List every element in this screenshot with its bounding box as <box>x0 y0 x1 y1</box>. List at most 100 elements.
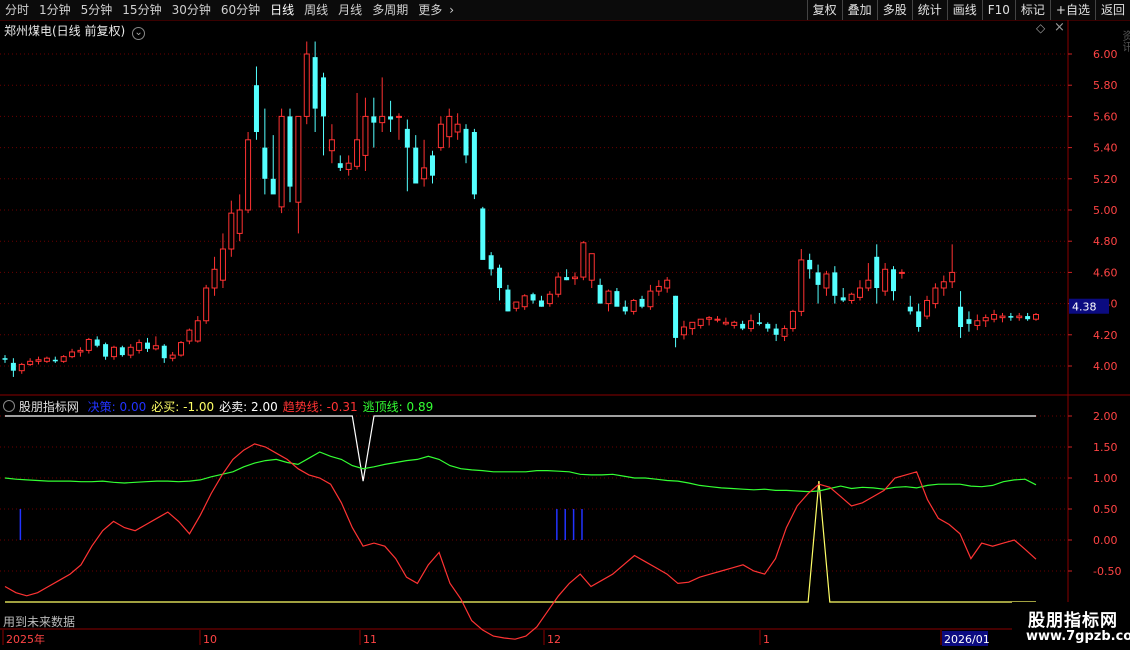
indicator-tick-label: 1.00 <box>1093 472 1118 485</box>
candle-body <box>203 287 210 322</box>
price-tick-label: 4.60 <box>1093 266 1118 279</box>
candle-body <box>371 116 377 123</box>
candle-body <box>891 269 897 292</box>
future-data-note: 用到未来数据 <box>3 615 76 629</box>
candle-body <box>940 281 947 289</box>
candle-body <box>865 279 872 289</box>
candle-body <box>463 128 469 156</box>
candle-body <box>52 359 58 362</box>
candle-body <box>136 342 143 351</box>
candle-body <box>622 306 628 312</box>
candle-body <box>236 209 243 234</box>
candle-body <box>35 359 42 362</box>
indicator-value-0: 决策: 0.00 <box>87 400 147 414</box>
candle-body <box>832 272 838 296</box>
close-icon[interactable]: × <box>1054 20 1065 35</box>
price-tick-label: 5.80 <box>1093 79 1118 92</box>
price-tick-label: 4.20 <box>1093 329 1118 342</box>
candle-body <box>60 356 67 362</box>
dropdown-icon[interactable]: ⌄ <box>132 27 146 40</box>
candle-body <box>429 155 435 176</box>
candle-body <box>211 268 218 289</box>
candle-body <box>253 85 259 132</box>
candle-body <box>194 320 201 342</box>
candle-body <box>673 295 679 338</box>
candle-body <box>823 273 830 289</box>
candle-body <box>1016 315 1023 319</box>
candle-body <box>731 321 738 326</box>
current-price-tag: 4.38 <box>1072 301 1097 314</box>
candle-body <box>781 328 788 337</box>
candle-body <box>697 318 704 326</box>
indicator-value-3: 趋势线: -0.31 <box>282 400 358 414</box>
candle-body <box>840 297 846 301</box>
candle-body <box>765 323 771 329</box>
candle-body <box>555 276 562 295</box>
series-line-趋势线 <box>4 443 1037 640</box>
candle-body <box>488 255 494 270</box>
candle-body <box>94 339 100 346</box>
indicator-value-2: 必卖: 2.00 <box>219 400 278 414</box>
candle-body <box>655 285 662 292</box>
candle-body <box>664 279 671 289</box>
collapse-icon[interactable] <box>3 400 15 412</box>
indicator-tick-label: 0.50 <box>1093 503 1118 516</box>
diamond-icon[interactable]: ◇ <box>1036 21 1045 35</box>
candle-body <box>43 357 50 362</box>
candle-body <box>932 287 939 305</box>
candle-body <box>807 259 813 270</box>
candle-body <box>169 354 176 359</box>
stock-title: 郑州煤电(日线 前复权) <box>4 24 126 38</box>
candle-body <box>898 271 905 274</box>
candle-body <box>328 139 335 152</box>
candle-body <box>127 346 134 356</box>
indicator-tick-label: 1.50 <box>1093 441 1118 454</box>
candle-body <box>404 128 410 148</box>
candle-body <box>580 242 587 278</box>
candle-body <box>354 139 361 167</box>
candle-body <box>856 287 863 298</box>
candle-body <box>480 208 486 260</box>
candle-body <box>144 342 150 349</box>
candle-body <box>278 115 285 208</box>
candle-body <box>680 326 687 336</box>
candle-body <box>706 317 713 320</box>
candle-body <box>471 132 477 195</box>
candle-body <box>798 259 805 312</box>
candle-body <box>882 268 889 292</box>
candle-body <box>982 317 989 322</box>
chart-canvas: 6.005.805.605.405.205.004.804.604.404.20… <box>0 20 1130 646</box>
candle-body <box>270 178 276 195</box>
candle-body <box>69 351 76 358</box>
candle-body <box>614 291 620 307</box>
candle-body <box>647 290 654 308</box>
candle-body <box>949 271 956 283</box>
candle-body <box>421 167 428 180</box>
candle-body <box>538 300 544 307</box>
candle-body <box>748 320 755 330</box>
candle-body <box>437 123 444 149</box>
candle-body <box>1033 314 1039 320</box>
candle-body <box>497 267 503 288</box>
candle-body <box>874 256 880 288</box>
candle-body <box>789 310 796 330</box>
candle-body <box>413 147 419 184</box>
price-tick-label: 6.00 <box>1093 48 1118 61</box>
indicator-tick-label: -0.50 <box>1093 565 1121 578</box>
side-info-text: 资讯 <box>1121 30 1130 52</box>
candle-body <box>395 115 402 118</box>
candle-body <box>991 314 998 320</box>
time-axis-label: 12 <box>547 633 561 646</box>
time-axis-label: 1 <box>763 633 770 646</box>
candle-body <box>714 318 721 321</box>
candle-body <box>178 342 185 356</box>
candle-body <box>924 299 931 317</box>
candle-body <box>2 358 8 360</box>
time-axis-label: 11 <box>363 633 377 646</box>
price-tick-label: 4.00 <box>1093 360 1118 373</box>
candle-body <box>312 57 318 109</box>
candle-body <box>597 284 603 304</box>
candle-body <box>530 294 536 301</box>
indicator-name: 股朋指标网 <box>18 400 79 414</box>
candle-body <box>345 162 352 170</box>
